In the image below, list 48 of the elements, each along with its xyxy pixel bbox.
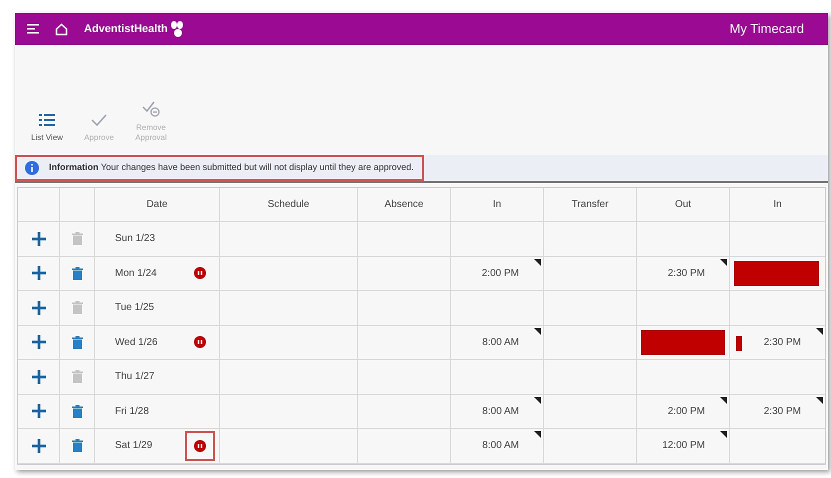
add-icon[interactable]: [32, 438, 46, 453]
column-header: Absence: [358, 188, 451, 221]
trash-icon[interactable]: [72, 404, 82, 418]
error-icon[interactable]: [194, 336, 206, 348]
time-value: 8:00 AM: [482, 439, 519, 454]
brand-name: AdventistHealth: [84, 22, 168, 37]
page-title: My Timecard: [730, 20, 804, 38]
date-value: Wed 1/26: [115, 336, 158, 350]
date-value: Fri 1/28: [115, 404, 149, 419]
check-icon: [91, 113, 107, 127]
add-icon[interactable]: [32, 370, 46, 384]
add-icon[interactable]: [32, 335, 46, 350]
list-icon: [39, 113, 55, 127]
trash-icon[interactable]: [72, 266, 82, 280]
error-icon[interactable]: [194, 267, 206, 280]
time-value: 12:00 PM: [662, 439, 705, 454]
menu-icon[interactable]: [27, 24, 39, 34]
column-header: Schedule: [220, 188, 358, 221]
info-message: Information Your changes have been submitted but will not display until they are approved.: [49, 161, 414, 174]
add-icon[interactable]: [32, 300, 46, 315]
check-minus-icon: [142, 101, 160, 117]
home-icon[interactable]: [55, 22, 68, 36]
column-header: In: [451, 188, 544, 221]
date-value: Sun 1/23: [115, 232, 156, 246]
leaf-logo-icon: [170, 20, 184, 38]
toolbar-button[interactable]: List View: [27, 113, 67, 143]
time-value: 8:00 AM: [482, 404, 519, 419]
column-header: Date: [95, 188, 220, 221]
column-header: In: [772, 198, 783, 212]
time-value: 2:30 PM: [764, 404, 801, 419]
add-icon[interactable]: [32, 404, 46, 418]
time-value: 2:30 PM: [764, 336, 801, 350]
error-icon[interactable]: [194, 440, 206, 452]
column-header: Transfer: [544, 188, 637, 221]
date-value: Thu 1/27: [115, 370, 154, 384]
time-value: 8:00 AM: [482, 336, 519, 350]
date-value: Mon 1/24: [115, 266, 157, 281]
trash-icon[interactable]: [72, 439, 82, 452]
date-value: Sat 1/29: [115, 439, 152, 454]
date-value: Tue 1/25: [115, 301, 154, 316]
time-value: 2:30 PM: [668, 266, 705, 281]
time-value: 2:00 PM: [668, 404, 705, 419]
add-icon[interactable]: [32, 232, 46, 246]
info-icon: [25, 161, 39, 175]
column-header: Out: [637, 188, 730, 221]
add-icon[interactable]: [32, 266, 46, 280]
time-value: 2:00 PM: [482, 266, 519, 281]
trash-icon[interactable]: [72, 336, 82, 349]
